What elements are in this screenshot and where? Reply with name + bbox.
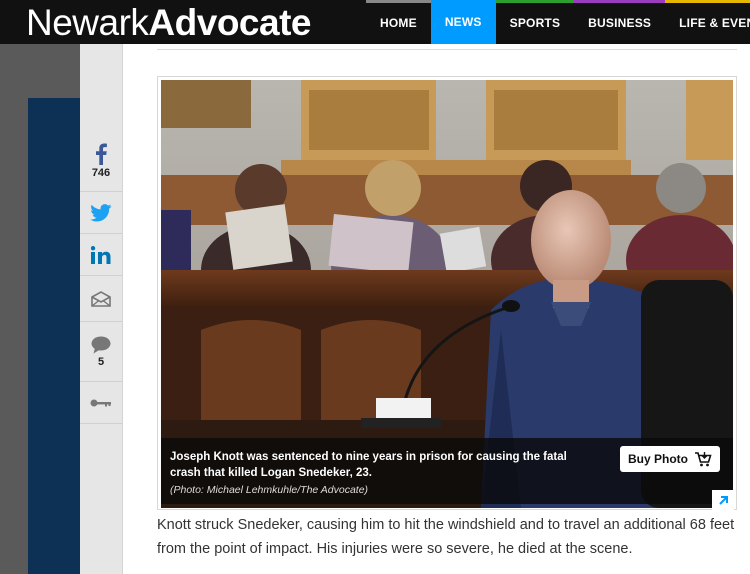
expand-arrow-icon [719,496,728,505]
facebook-count: 746 [91,166,111,179]
cart-icon [695,452,712,467]
buy-photo-button[interactable]: Buy Photo [620,446,720,472]
twitter-share-button[interactable] [80,192,122,234]
facebook-icon [96,143,107,165]
twitter-icon [90,203,112,221]
photo-caption: Joseph Knott was sentenced to nine years… [170,451,567,479]
photo-credit: (Photo: Michael Lehmkuhle/The Advocate) [170,484,369,496]
logo-part-newark: Newark [26,2,149,43]
expand-photo-button[interactable] [712,490,734,512]
linkedin-icon [91,245,111,264]
site-header: NewarkAdvocate HOME NEWS SPORTS BUSINESS… [0,0,750,44]
facebook-share-button[interactable]: 746 [80,130,122,192]
left-dark-panel [28,98,80,574]
comment-bubble-icon [91,336,111,353]
logo-part-advocate: Advocate [148,2,311,43]
site-logo[interactable]: NewarkAdvocate [26,3,311,43]
nav-life-events[interactable]: LIFE & EVENTS [665,0,750,44]
nav-news[interactable]: NEWS [430,0,496,44]
content-divider [157,44,737,50]
main-nav: HOME NEWS SPORTS BUSINESS LIFE & EVENTS [366,0,750,44]
share-rail: 746 5 [80,44,123,574]
email-share-button[interactable] [80,276,122,322]
comments-button[interactable]: 5 [80,322,122,382]
nav-home[interactable]: HOME [366,0,431,44]
login-key-button[interactable] [80,382,122,424]
envelope-icon [91,290,111,307]
nav-business[interactable]: BUSINESS [574,0,666,44]
comments-count: 5 [97,355,105,368]
buy-photo-label: Buy Photo [628,452,688,466]
nav-sports[interactable]: SPORTS [495,0,575,44]
linkedin-share-button[interactable] [80,234,122,276]
article-paragraph: Knott struck Snedeker, causing him to hi… [157,517,735,557]
key-icon [90,399,111,406]
